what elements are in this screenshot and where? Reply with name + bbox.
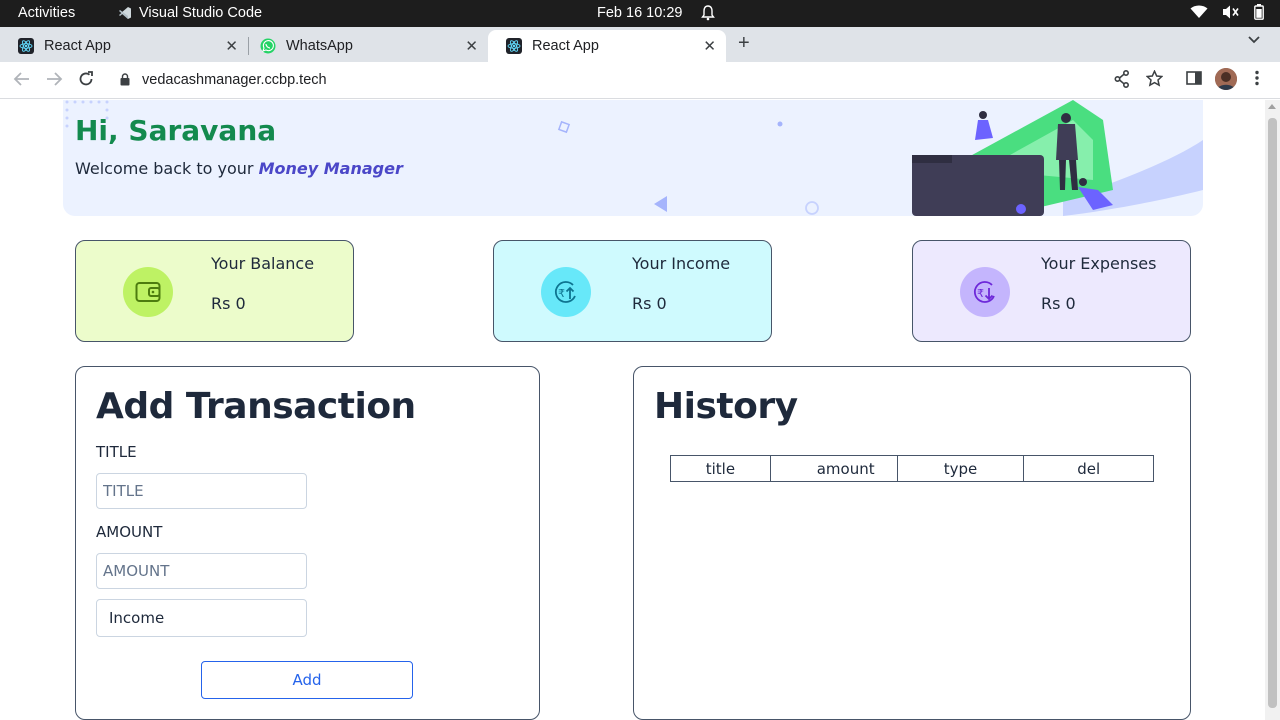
browser-tab-strip: React App ✕ WhatsApp ✕ React App ✕ bbox=[0, 27, 1280, 62]
tab-title: React App bbox=[44, 38, 111, 54]
tab-title: React App bbox=[532, 38, 599, 54]
title-input[interactable] bbox=[96, 473, 307, 509]
os-top-bar: Activities Visual Studio Code Feb 16 10:… bbox=[0, 0, 1280, 27]
balance-card: Your Balance Rs 0 bbox=[75, 240, 354, 342]
tab-react-app-1[interactable]: React App ✕ bbox=[0, 30, 248, 62]
history-panel: History title amount type del bbox=[633, 366, 1191, 720]
balance-value: Rs 0 bbox=[211, 294, 246, 313]
type-select[interactable]: Income bbox=[96, 599, 307, 637]
history-heading: History bbox=[654, 386, 798, 427]
bookmark-star-icon[interactable] bbox=[1146, 70, 1163, 87]
tab-title: WhatsApp bbox=[286, 38, 353, 54]
history-header-row: title amount type del bbox=[670, 455, 1154, 482]
svg-text:₹: ₹ bbox=[977, 287, 984, 300]
expenses-label: Your Expenses bbox=[1041, 254, 1157, 273]
new-tab-plus-icon[interactable]: + bbox=[738, 32, 750, 55]
scrollbar-thumb[interactable] bbox=[1268, 118, 1277, 708]
side-panel-icon[interactable] bbox=[1186, 70, 1202, 86]
active-app-indicator[interactable]: Visual Studio Code bbox=[118, 5, 262, 21]
column-header-title: title bbox=[670, 455, 771, 482]
browser-toolbar: vedacashmanager.ccbp.tech bbox=[0, 62, 1280, 99]
expenses-value: Rs 0 bbox=[1041, 294, 1076, 313]
reload-icon[interactable] bbox=[78, 71, 94, 87]
tab-search-chevron-icon[interactable] bbox=[1248, 36, 1260, 44]
app-name-highlight: Money Manager bbox=[258, 159, 403, 178]
forward-arrow-icon[interactable] bbox=[45, 71, 63, 87]
welcome-text: Welcome back to your Money Manager bbox=[75, 159, 403, 178]
balance-label: Your Balance bbox=[211, 254, 315, 273]
activities-button[interactable]: Activities bbox=[18, 5, 75, 21]
title-label: TITLE bbox=[96, 443, 137, 461]
share-icon[interactable] bbox=[1114, 70, 1130, 88]
wifi-icon bbox=[1190, 5, 1208, 19]
amount-input[interactable] bbox=[96, 553, 307, 589]
react-icon bbox=[506, 38, 522, 54]
whatsapp-icon bbox=[260, 38, 276, 54]
add-button[interactable]: Add bbox=[201, 661, 413, 699]
expenses-card: ₹ Your Expenses Rs 0 bbox=[912, 240, 1191, 342]
add-transaction-heading: Add Transaction bbox=[96, 386, 416, 427]
scroll-up-arrow-icon[interactable] bbox=[1268, 104, 1276, 109]
clock[interactable]: Feb 16 10:29 bbox=[597, 5, 682, 21]
url-text[interactable]: vedacashmanager.ccbp.tech bbox=[142, 72, 327, 88]
address-bar[interactable]: vedacashmanager.ccbp.tech bbox=[108, 65, 1148, 95]
greeting-heading: Hi, Saravana bbox=[75, 114, 277, 147]
column-header-del: del bbox=[1023, 455, 1154, 482]
svg-text:₹: ₹ bbox=[558, 287, 565, 300]
profile-avatar[interactable] bbox=[1215, 68, 1237, 90]
tab-close-icon[interactable]: ✕ bbox=[225, 37, 238, 55]
column-header-amount: amount bbox=[769, 455, 898, 482]
expense-icon: ₹ bbox=[960, 267, 1010, 317]
amount-label: AMOUNT bbox=[96, 523, 163, 541]
react-icon bbox=[18, 38, 34, 54]
back-arrow-icon[interactable] bbox=[13, 71, 31, 87]
tab-react-app-active[interactable]: React App ✕ bbox=[488, 30, 726, 62]
lock-icon[interactable] bbox=[120, 73, 130, 86]
income-card: ₹ Your Income Rs 0 bbox=[493, 240, 772, 342]
more-menu-icon[interactable] bbox=[1255, 70, 1259, 86]
income-value: Rs 0 bbox=[632, 294, 667, 313]
welcome-prefix: Welcome back to your bbox=[75, 159, 259, 178]
wallet-icon bbox=[123, 267, 173, 317]
column-header-type: type bbox=[896, 455, 1025, 482]
volume-icon bbox=[1222, 4, 1240, 20]
page-scrollbar[interactable] bbox=[1265, 100, 1280, 720]
income-icon: ₹ bbox=[541, 267, 591, 317]
add-transaction-panel: Add Transaction TITLE AMOUNT Income Add bbox=[75, 366, 540, 720]
tab-whatsapp[interactable]: WhatsApp ✕ bbox=[242, 30, 488, 62]
income-label: Your Income bbox=[632, 254, 731, 273]
vscode-icon bbox=[118, 6, 132, 20]
welcome-banner: Hi, Saravana Welcome back to your Money … bbox=[63, 100, 1203, 216]
system-tray[interactable] bbox=[1190, 4, 1264, 20]
notification-bell-icon bbox=[701, 5, 715, 21]
history-table: title amount type del bbox=[670, 455, 1154, 482]
tab-close-icon[interactable]: ✕ bbox=[465, 37, 478, 55]
tab-close-icon[interactable]: ✕ bbox=[703, 37, 716, 55]
battery-icon bbox=[1254, 4, 1264, 20]
active-app-name: Visual Studio Code bbox=[139, 5, 263, 21]
